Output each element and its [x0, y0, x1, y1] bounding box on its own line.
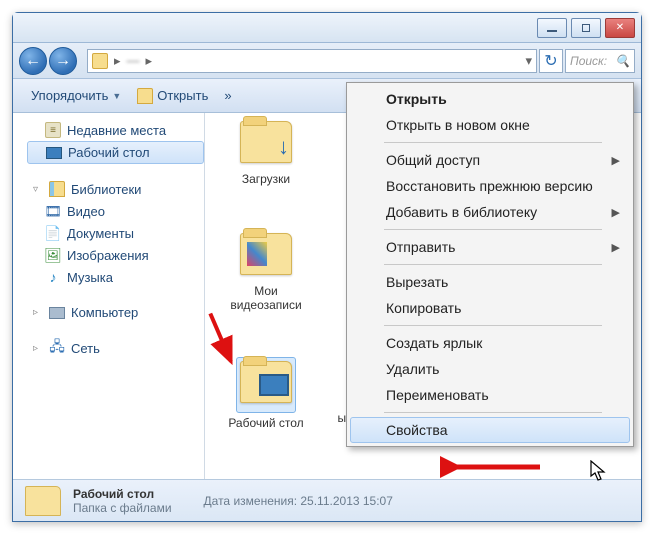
monitor-overlay-icon: [259, 374, 289, 396]
computer-icon: [49, 307, 65, 319]
expand-icon: ▹: [33, 343, 43, 354]
video-thumb-icon: [247, 242, 267, 266]
ctx-open[interactable]: Открыть: [350, 86, 630, 112]
minimize-button[interactable]: [537, 18, 567, 38]
documents-icon: 📄: [45, 225, 61, 241]
nav-row: ← → ▸ — ▸ ▾ ↻ Поиск: 🔍: [13, 43, 641, 79]
separator: [384, 412, 602, 413]
ctx-create-shortcut[interactable]: Создать ярлык: [350, 330, 630, 356]
ctx-restore[interactable]: Восстановить прежнюю версию: [350, 173, 630, 199]
sidebar-item-desktop[interactable]: Рабочий стол: [27, 141, 204, 164]
breadcrumb-text: —: [127, 53, 140, 68]
ctx-delete[interactable]: Удалить: [350, 356, 630, 382]
separator: [384, 142, 602, 143]
video-icon: 🎞: [45, 203, 61, 219]
ctx-rename[interactable]: Переименовать: [350, 382, 630, 408]
separator: [384, 325, 602, 326]
search-placeholder: Поиск:: [570, 54, 607, 68]
search-icon: 🔍: [615, 54, 630, 68]
toolbar-overflow-button[interactable]: »: [216, 84, 239, 107]
sidebar-computer[interactable]: ▹ Компьютер: [27, 302, 204, 323]
sidebar-item-recent[interactable]: ≡ Недавние места: [27, 119, 204, 141]
sidebar-item-documents[interactable]: 📄 Документы: [27, 222, 204, 244]
libraries-icon: [49, 181, 65, 197]
address-bar[interactable]: ▸ — ▸ ▾: [87, 49, 537, 73]
ctx-properties[interactable]: Свойства: [350, 417, 630, 443]
address-dropdown-icon[interactable]: ▾: [525, 53, 532, 69]
status-date-label: Дата изменения:: [204, 494, 298, 508]
annotation-arrow-red-2: [440, 454, 550, 485]
download-arrow-icon: ↓: [278, 134, 289, 160]
status-name: Рабочий стол: [73, 487, 172, 501]
ctx-cut[interactable]: Вырезать: [350, 269, 630, 295]
separator: [384, 264, 602, 265]
status-bar: Рабочий стол Папка с файлами Дата измене…: [13, 479, 641, 521]
separator: [384, 229, 602, 230]
organize-button[interactable]: Упорядочить▼: [23, 84, 129, 107]
close-button[interactable]: ✕: [605, 18, 635, 38]
folder-open-icon: [137, 88, 153, 104]
breadcrumb-separator-icon: ▸: [146, 53, 153, 69]
folder-label: Рабочий стол: [223, 416, 309, 430]
desktop-icon: [46, 147, 62, 159]
pictures-icon: 🖼: [45, 247, 61, 263]
toolbar-open-button[interactable]: Открыть: [129, 84, 216, 108]
ctx-copy[interactable]: Копировать: [350, 295, 630, 321]
sidebar-item-video[interactable]: 🎞 Видео: [27, 200, 204, 222]
refresh-button[interactable]: ↻: [539, 49, 563, 73]
forward-button[interactable]: →: [49, 47, 77, 75]
search-box[interactable]: Поиск: 🔍: [565, 49, 635, 73]
expand-icon: ▿: [33, 184, 43, 195]
ctx-add-library[interactable]: Добавить в библиотеку▶: [350, 199, 630, 225]
folder-label: Загрузки: [223, 172, 309, 186]
user-folder-icon: [92, 53, 108, 69]
breadcrumb-separator-icon: ▸: [114, 53, 121, 69]
status-date-value: 25.11.2013 15:07: [300, 494, 393, 508]
maximize-button[interactable]: [571, 18, 601, 38]
status-folder-icon: [25, 486, 61, 516]
sidebar: ≡ Недавние места Рабочий стол ▿ Библиоте…: [13, 113, 205, 479]
folder-downloads[interactable]: ↓ Загрузки: [223, 121, 309, 186]
back-button[interactable]: ←: [19, 47, 47, 75]
mouse-cursor-icon: [590, 460, 608, 487]
status-type: Папка с файлами: [73, 501, 172, 515]
sidebar-item-music[interactable]: ♪ Музыка: [27, 266, 204, 288]
submenu-arrow-icon: ▶: [612, 154, 620, 167]
sidebar-network[interactable]: ▹ 🖧 Сеть: [27, 337, 204, 359]
expand-icon: ▹: [33, 307, 43, 318]
titlebar: ✕: [13, 13, 641, 43]
folder-myvideos[interactable]: Мои видеозаписи: [223, 233, 309, 312]
sidebar-item-pictures[interactable]: 🖼 Изображения: [27, 244, 204, 266]
folder-label: Мои видеозаписи: [223, 284, 309, 312]
submenu-arrow-icon: ▶: [612, 241, 620, 254]
music-icon: ♪: [45, 269, 61, 285]
ctx-share[interactable]: Общий доступ▶: [350, 147, 630, 173]
context-menu: Открыть Открыть в новом окне Общий досту…: [346, 82, 634, 447]
ctx-open-new-window[interactable]: Открыть в новом окне: [350, 112, 630, 138]
submenu-arrow-icon: ▶: [612, 206, 620, 219]
sidebar-libraries[interactable]: ▿ Библиотеки: [27, 178, 204, 200]
network-icon: 🖧: [49, 340, 65, 356]
ctx-send-to[interactable]: Отправить▶: [350, 234, 630, 260]
recent-icon: ≡: [45, 122, 61, 138]
